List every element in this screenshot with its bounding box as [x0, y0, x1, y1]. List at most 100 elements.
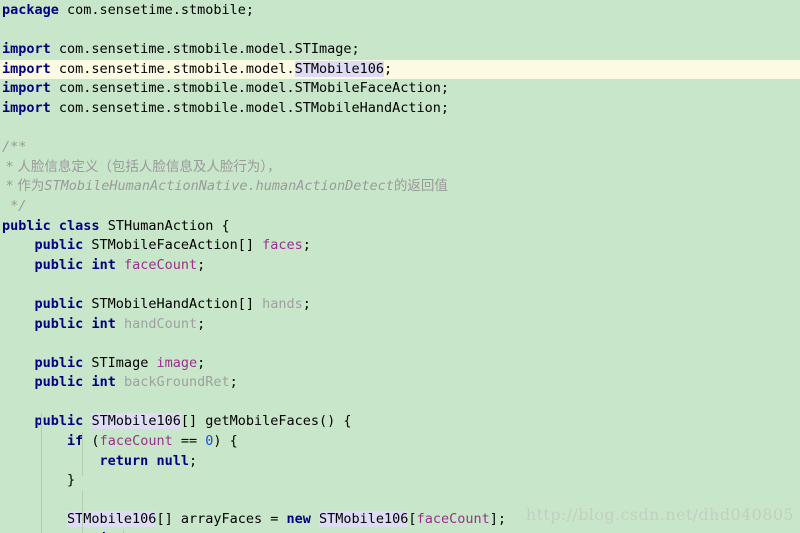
- javadoc-prefix-cn: * 作为: [2, 178, 45, 195]
- keyword-int: int: [91, 256, 116, 273]
- code-line-25[interactable]: }: [0, 471, 800, 491]
- semicolon: ;: [197, 315, 206, 332]
- keyword-import: import: [2, 60, 51, 77]
- code-line-22[interactable]: public STMobile106[] getMobileFaces() {: [0, 412, 800, 432]
- field-hands-unused: hands: [262, 295, 303, 312]
- occurrence-stmobile106[interactable]: STMobile106: [91, 413, 181, 430]
- type-stmobilehandaction-array: STMobileHandAction[]: [83, 295, 263, 312]
- keyword-class: class: [58, 217, 100, 234]
- code-line-17[interactable]: public int handCount;: [0, 315, 800, 335]
- import-path-prefix: com.sensetime.stmobile.model.: [50, 60, 295, 77]
- semicolon: ;: [384, 60, 393, 77]
- keyword-public: public: [34, 295, 84, 312]
- code-line-14[interactable]: public int faceCount;: [0, 256, 800, 276]
- keyword-public: public: [34, 374, 84, 391]
- field-facecount: faceCount: [99, 433, 173, 450]
- occurrence-stmobile106[interactable]: STMobile106: [294, 60, 385, 77]
- keyword-new: new: [286, 511, 311, 528]
- code-line-19[interactable]: public STImage image;: [0, 354, 800, 374]
- code-line-24[interactable]: return null;: [0, 452, 800, 472]
- code-line-12[interactable]: public class STHumanAction {: [0, 217, 800, 237]
- closing-brace: }: [67, 472, 76, 489]
- javadoc-code-ref: STMobileHumanActionNative.humanActionDet…: [44, 178, 394, 195]
- open-bracket: [: [408, 511, 417, 528]
- occurrence-stmobile106[interactable]: STMobile106: [67, 511, 157, 528]
- semicolon: ;: [302, 295, 311, 312]
- javadoc-open: /**: [2, 139, 27, 156]
- code-line-4-current[interactable]: import com.sensetime.stmobile.model.STMo…: [0, 59, 800, 80]
- keyword-public: public: [34, 256, 84, 273]
- keyword-null: null: [156, 452, 189, 469]
- code-line-7[interactable]: [0, 119, 800, 139]
- field-faces: faces: [262, 237, 303, 254]
- code-line-3[interactable]: import com.sensetime.stmobile.model.STIm…: [0, 40, 800, 60]
- close-bracket-semicolon: ];: [489, 511, 506, 528]
- javadoc-close: */: [2, 197, 27, 214]
- code-line-21[interactable]: [0, 393, 800, 413]
- equality-operator: ==: [172, 433, 206, 450]
- field-facecount: faceCount: [123, 256, 198, 273]
- code-line-11[interactable]: */: [0, 197, 800, 217]
- semicolon: ;: [197, 354, 206, 371]
- code-line-26[interactable]: [0, 491, 800, 511]
- open-paren: (: [83, 433, 100, 450]
- keyword-if: if: [67, 433, 84, 450]
- keyword-import: import: [2, 41, 51, 58]
- import-path-stimage: com.sensetime.stmobile.model.STImage;: [50, 41, 360, 58]
- code-line-20[interactable]: public int backGroundRet;: [0, 373, 800, 393]
- field-backgroundret-unused: backGroundRet: [123, 374, 230, 391]
- close-paren-brace: ) {: [213, 433, 238, 450]
- code-editor-view[interactable]: http://blog.csdn.net/dhd040805 package c…: [0, 0, 800, 533]
- occurrence-stmobile106[interactable]: STMobile106: [319, 511, 409, 528]
- keyword-public: public: [34, 237, 84, 254]
- semicolon: ;: [302, 237, 311, 254]
- type-stmobilefaceaction-array: STMobileFaceAction[]: [83, 237, 263, 254]
- method-signature-getmobilefaces: [] getMobileFaces() {: [180, 413, 352, 430]
- code-line-10[interactable]: * 作为STMobileHumanActionNative.humanActio…: [0, 177, 800, 197]
- code-line-1[interactable]: package com.sensetime.stmobile;: [0, 1, 800, 21]
- keyword-public: public: [34, 413, 84, 430]
- code-line-15[interactable]: [0, 275, 800, 295]
- code-line-16[interactable]: public STMobileHandAction[] hands;: [0, 295, 800, 315]
- keyword-import: import: [2, 99, 51, 116]
- field-facecount: faceCount: [416, 511, 490, 528]
- code-line-8[interactable]: /**: [0, 138, 800, 158]
- keyword-int: int: [91, 374, 116, 391]
- import-path-faceaction: com.sensetime.stmobile.model.STMobileFac…: [50, 80, 450, 97]
- keyword-public: public: [34, 315, 84, 332]
- code-line-5[interactable]: import com.sensetime.stmobile.model.STMo…: [0, 79, 800, 99]
- javadoc-description-cn: * 人脸信息定义（包括人脸信息及人脸行为），: [2, 158, 281, 175]
- code-line-6[interactable]: import com.sensetime.stmobile.model.STMo…: [0, 99, 800, 119]
- package-name: com.sensetime.stmobile;: [58, 2, 254, 18]
- code-line-13[interactable]: public STMobileFaceAction[] faces;: [0, 236, 800, 256]
- code-line-9[interactable]: * 人脸信息定义（包括人脸信息及人脸行为），: [0, 158, 800, 178]
- type-stimage: STImage: [83, 354, 157, 371]
- code-lines[interactable]: package com.sensetime.stmobile; import c…: [0, 0, 800, 533]
- javadoc-suffix-cn: 的返回值: [393, 178, 448, 195]
- semicolon: ;: [197, 256, 206, 273]
- code-line-18[interactable]: [0, 334, 800, 354]
- keyword-int: int: [91, 315, 116, 332]
- field-image: image: [156, 354, 198, 371]
- code-line-23[interactable]: if (faceCount == 0) {: [0, 432, 800, 452]
- code-line-2[interactable]: [0, 21, 800, 41]
- import-path-handaction: com.sensetime.stmobile.model.STMobileHan…: [50, 99, 450, 116]
- class-declaration-sthumanaction: STHumanAction {: [99, 217, 230, 234]
- code-line-27[interactable]: STMobile106[] arrayFaces = new STMobile1…: [0, 510, 800, 530]
- array-declaration-arrayfaces: [] arrayFaces =: [156, 511, 287, 528]
- keyword-import: import: [2, 80, 51, 97]
- keyword-public: public: [34, 354, 84, 371]
